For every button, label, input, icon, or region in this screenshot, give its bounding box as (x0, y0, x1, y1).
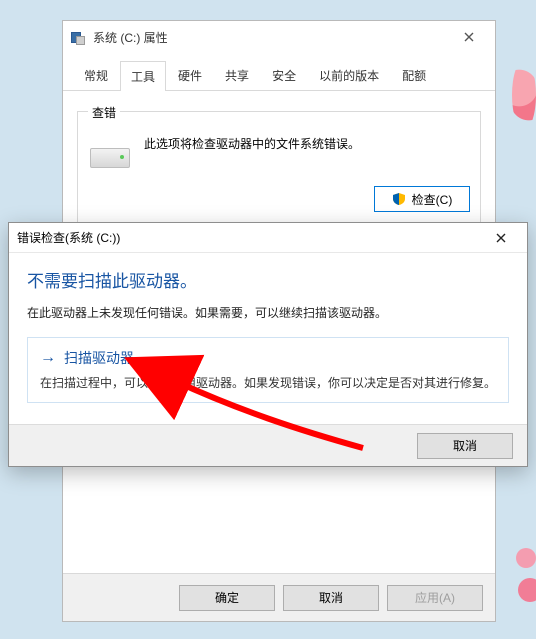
uac-shield-icon (392, 192, 406, 206)
modal-title: 错误检查(系统 (C:)) (17, 229, 483, 246)
tab-tools[interactable]: 工具 (120, 61, 166, 91)
modal-titlebar: 错误检查(系统 (C:)) (9, 223, 527, 253)
tab-hardware[interactable]: 硬件 (167, 60, 213, 90)
tools-tabpanel: 查错 此选项将检查驱动器中的文件系统错误。 检查(C) (63, 91, 495, 241)
check-button-label: 检查(C) (412, 191, 453, 208)
close-icon (464, 32, 474, 42)
tabstrip: 常规 工具 硬件 共享 安全 以前的版本 配额 (63, 53, 495, 91)
scan-option-title: 扫描驱动器 (64, 348, 134, 368)
tab-previous-versions[interactable]: 以前的版本 (308, 60, 390, 90)
error-checking-groupbox: 查错 此选项将检查驱动器中的文件系统错误。 检查(C) (77, 111, 481, 227)
arrow-right-icon: → (40, 350, 56, 366)
modal-cancel-button[interactable]: 取消 (417, 433, 513, 459)
modal-close-button[interactable] (483, 225, 519, 251)
propswin-close-button[interactable] (449, 23, 489, 51)
apply-button[interactable]: 应用(A) (387, 585, 483, 611)
cancel-button[interactable]: 取消 (283, 585, 379, 611)
error-check-modal: 错误检查(系统 (C:)) 不需要扫描此驱动器。 在此驱动器上未发现任何错误。如… (8, 222, 528, 467)
ok-button-label: 确定 (215, 589, 239, 606)
scan-option[interactable]: → 扫描驱动器 在扫描过程中，可以继续使用驱动器。如果发现错误，你可以决定是否对… (27, 337, 509, 403)
propswin-titlebar: 系统 (C:) 属性 (63, 21, 495, 53)
tab-sharing[interactable]: 共享 (214, 60, 260, 90)
tab-quota[interactable]: 配额 (391, 60, 437, 90)
propswin-title: 系统 (C:) 属性 (93, 29, 449, 46)
apply-button-label: 应用(A) (415, 589, 455, 606)
ok-button[interactable]: 确定 (179, 585, 275, 611)
decor-flower-1 (512, 60, 536, 130)
error-checking-description: 此选项将检查驱动器中的文件系统错误。 (144, 134, 470, 154)
propswin-footer: 确定 取消 应用(A) (63, 573, 495, 621)
tab-general[interactable]: 常规 (73, 60, 119, 90)
check-button[interactable]: 检查(C) (374, 186, 470, 212)
close-icon (496, 233, 506, 243)
modal-cancel-label: 取消 (453, 437, 477, 454)
error-checking-group-title: 查错 (88, 104, 120, 121)
modal-description: 在此驱动器上未发现任何错误。如果需要，可以继续扫描该驱动器。 (27, 304, 509, 321)
tab-security[interactable]: 安全 (261, 60, 307, 90)
drive-properties-icon (69, 29, 85, 45)
modal-heading: 不需要扫描此驱动器。 (27, 267, 509, 292)
modal-footer: 取消 (9, 424, 527, 466)
hard-drive-icon (88, 138, 130, 174)
decor-flower-2 (510, 540, 536, 620)
modal-body: 不需要扫描此驱动器。 在此驱动器上未发现任何错误。如果需要，可以继续扫描该驱动器… (9, 253, 527, 409)
cancel-button-label: 取消 (319, 589, 343, 606)
scan-option-description: 在扫描过程中，可以继续使用驱动器。如果发现错误，你可以决定是否对其进行修复。 (40, 374, 496, 392)
